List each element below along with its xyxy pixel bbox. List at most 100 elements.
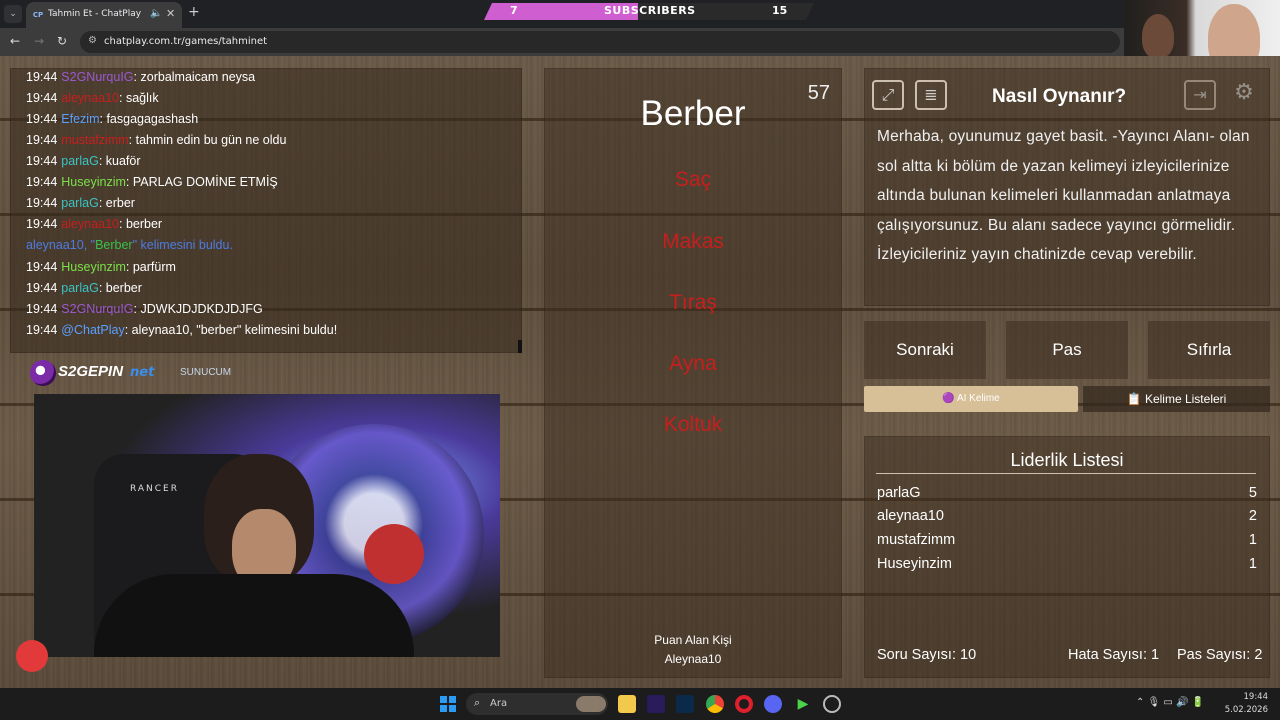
player-name: Huseyinzim (877, 556, 952, 572)
taskbar-search[interactable]: ⌕ Ara (466, 693, 608, 715)
forbidden-word: Makas (662, 230, 724, 253)
chat-username[interactable]: S2GNurquIG (61, 70, 133, 84)
chat-separator: : (133, 70, 141, 84)
chat-username[interactable]: Huseyinzim (61, 260, 126, 274)
system-text: aleynaa10, " (26, 238, 96, 252)
search-placeholder: Ara (490, 698, 508, 709)
word-lists-label: Kelime Listeleri (1144, 392, 1227, 406)
chat-username[interactable]: parlaG (61, 281, 99, 295)
premiere-icon[interactable] (647, 695, 665, 713)
forbidden-word: Tıraş (669, 291, 717, 314)
chat-username[interactable]: aleynaa10 (61, 91, 119, 105)
net-logo-mark: net (130, 365, 155, 380)
chat-timestamp: 19:44 (26, 196, 58, 210)
pass-count: Pas Sayısı: 2 (1177, 647, 1263, 663)
obs-icon[interactable] (823, 695, 841, 713)
chat-timestamp: 19:44 (26, 154, 58, 168)
chat-text: fasgagagashash (106, 112, 199, 126)
chat-message: 19:44 parlaG: kuaför (26, 154, 141, 168)
opera-icon[interactable] (735, 695, 753, 713)
notes-icon[interactable]: ≣ (915, 80, 947, 110)
back-icon[interactable]: ← (10, 34, 20, 48)
chat-timestamp: 19:44 (26, 91, 58, 105)
chat-message: 19:44 S2GNurquIG: JDWKJDJDKDJDJFG (26, 302, 263, 316)
chat-timestamp: 19:44 (26, 70, 58, 84)
streamer-webcam: RANCER (34, 394, 500, 657)
chat-timestamp: 19:44 (26, 281, 58, 295)
chat-separator: : (98, 154, 106, 168)
chat-username[interactable]: mustafzimm (61, 133, 128, 147)
settings-icon[interactable]: ⚙ (1228, 80, 1260, 110)
chat-username[interactable]: @ChatPlay (61, 323, 124, 337)
tab-search-icon[interactable]: ⌄ (4, 5, 22, 23)
chat-separator: : (125, 175, 133, 189)
chat-separator: : (133, 302, 141, 316)
speaker-icon[interactable]: 🔈 (150, 8, 162, 19)
ai-word-label: AI Kelime (956, 393, 1000, 404)
url-field[interactable]: ⚙ chatplay.com.tr/games/tahminet (80, 31, 1120, 53)
webcam-person-body (94, 574, 414, 657)
exit-icon[interactable]: ⇥ (1184, 80, 1216, 110)
word-lists-button[interactable]: 📋 Kelime Listeleri (1083, 386, 1270, 412)
chat-message: 19:44 @ChatPlay: aleynaa10, "berber" keli… (26, 323, 337, 337)
next-button[interactable]: Sonraki (864, 321, 986, 379)
s2gepin-logo: S2GEPIN (58, 363, 124, 380)
subscriber-count: 7 (510, 4, 518, 17)
chat-username[interactable]: Efezim (61, 112, 99, 126)
subscriber-label: SUBSCRIBERS (604, 4, 696, 17)
media-player-icon[interactable]: ▶ (794, 695, 812, 713)
photoshop-icon[interactable] (676, 695, 694, 713)
discord-icon[interactable] (764, 695, 782, 713)
how-to-play-panel: ⤢ ≣ Nasıl Oynanır? ⇥ ⚙ Merhaba, oyunumuz… (864, 68, 1270, 306)
chat-text: parfürm (132, 260, 176, 274)
reset-button[interactable]: Sıfırla (1148, 321, 1270, 379)
close-icon[interactable]: ✕ (166, 7, 175, 20)
webcam-microphone (364, 524, 424, 584)
game-page: 19:44 S2GNurquIG: zorbalmaicam neysa 19:44… (0, 56, 1280, 688)
chat-scrollbar[interactable] (518, 340, 522, 353)
leaderboard-title: Liderlik Listesi (1010, 450, 1124, 470)
chat-timestamp: 19:44 (26, 175, 58, 189)
how-to-play-title: Nasıl Oynanır? (992, 86, 1127, 107)
site-info-icon[interactable]: ⚙ (88, 35, 97, 46)
chat-message: 19:44 aleynaa10: berber (26, 217, 162, 231)
system-tray-icons[interactable]: ⌃ 🎙 ▭ 🔊 🔋 (1136, 697, 1204, 708)
url-text: chatplay.com.tr/games/tahminet (104, 36, 268, 47)
chrome-icon[interactable] (706, 695, 724, 713)
chat-text: aleynaa10, "berber" kelimesini buldu! (131, 323, 338, 337)
player-score: 1 (1248, 556, 1257, 572)
expand-icon[interactable]: ⤢ (872, 80, 904, 110)
chat-timestamp: 19:44 (26, 302, 58, 316)
netsunucum-logo: SUNUCUM (180, 367, 232, 378)
chat-separator: : (118, 91, 126, 105)
chat-separator: : (118, 217, 126, 231)
player-name: mustafzimm (877, 532, 956, 548)
reload-icon[interactable]: ↻ (57, 34, 67, 48)
chat-text: berber (105, 281, 142, 295)
chat-text: sağlık (125, 91, 159, 105)
ai-word-button[interactable]: 🟣 AI Kelime (864, 386, 1078, 412)
chat-text: berber (125, 217, 163, 231)
chat-message: 19:44 parlaG: berber (26, 281, 142, 295)
player-name: parlaG (877, 485, 921, 501)
chat-username[interactable]: parlaG (61, 196, 99, 210)
scorer-name: Aleynaa10 (664, 652, 722, 666)
chat-username[interactable]: aleynaa10 (61, 217, 119, 231)
chat-username[interactable]: Huseyinzim (61, 175, 126, 189)
leaderboard-panel: Liderlik Listesi parlaG 5 aleynaa10 2 mu… (864, 436, 1270, 678)
error-count: Hata Sayısı: 1 (1068, 647, 1160, 663)
tab-bar: ⌄ CP Tahmin Et - ChatPlay 🔈 ✕ + 7 SUBSCR… (0, 0, 1280, 28)
chat-timestamp: 19:44 (26, 260, 58, 274)
system-text: " kelimesini buldu. (132, 238, 233, 252)
chat-text: zorbalmaicam neysa (140, 70, 256, 84)
chat-username[interactable]: S2GNurquIG (61, 302, 133, 316)
chat-timestamp: 19:44 (26, 323, 58, 337)
browser-tab[interactable]: CP Tahmin Et - ChatPlay 🔈 ✕ (26, 2, 182, 28)
chat-username[interactable]: parlaG (61, 154, 99, 168)
search-highlight-image (576, 696, 606, 712)
file-explorer-icon[interactable] (618, 695, 636, 713)
windows-start-icon[interactable] (440, 696, 456, 712)
pass-button[interactable]: Pas (1006, 321, 1128, 379)
forward-icon[interactable]: → (34, 34, 44, 48)
new-tab-icon[interactable]: + (188, 4, 200, 20)
